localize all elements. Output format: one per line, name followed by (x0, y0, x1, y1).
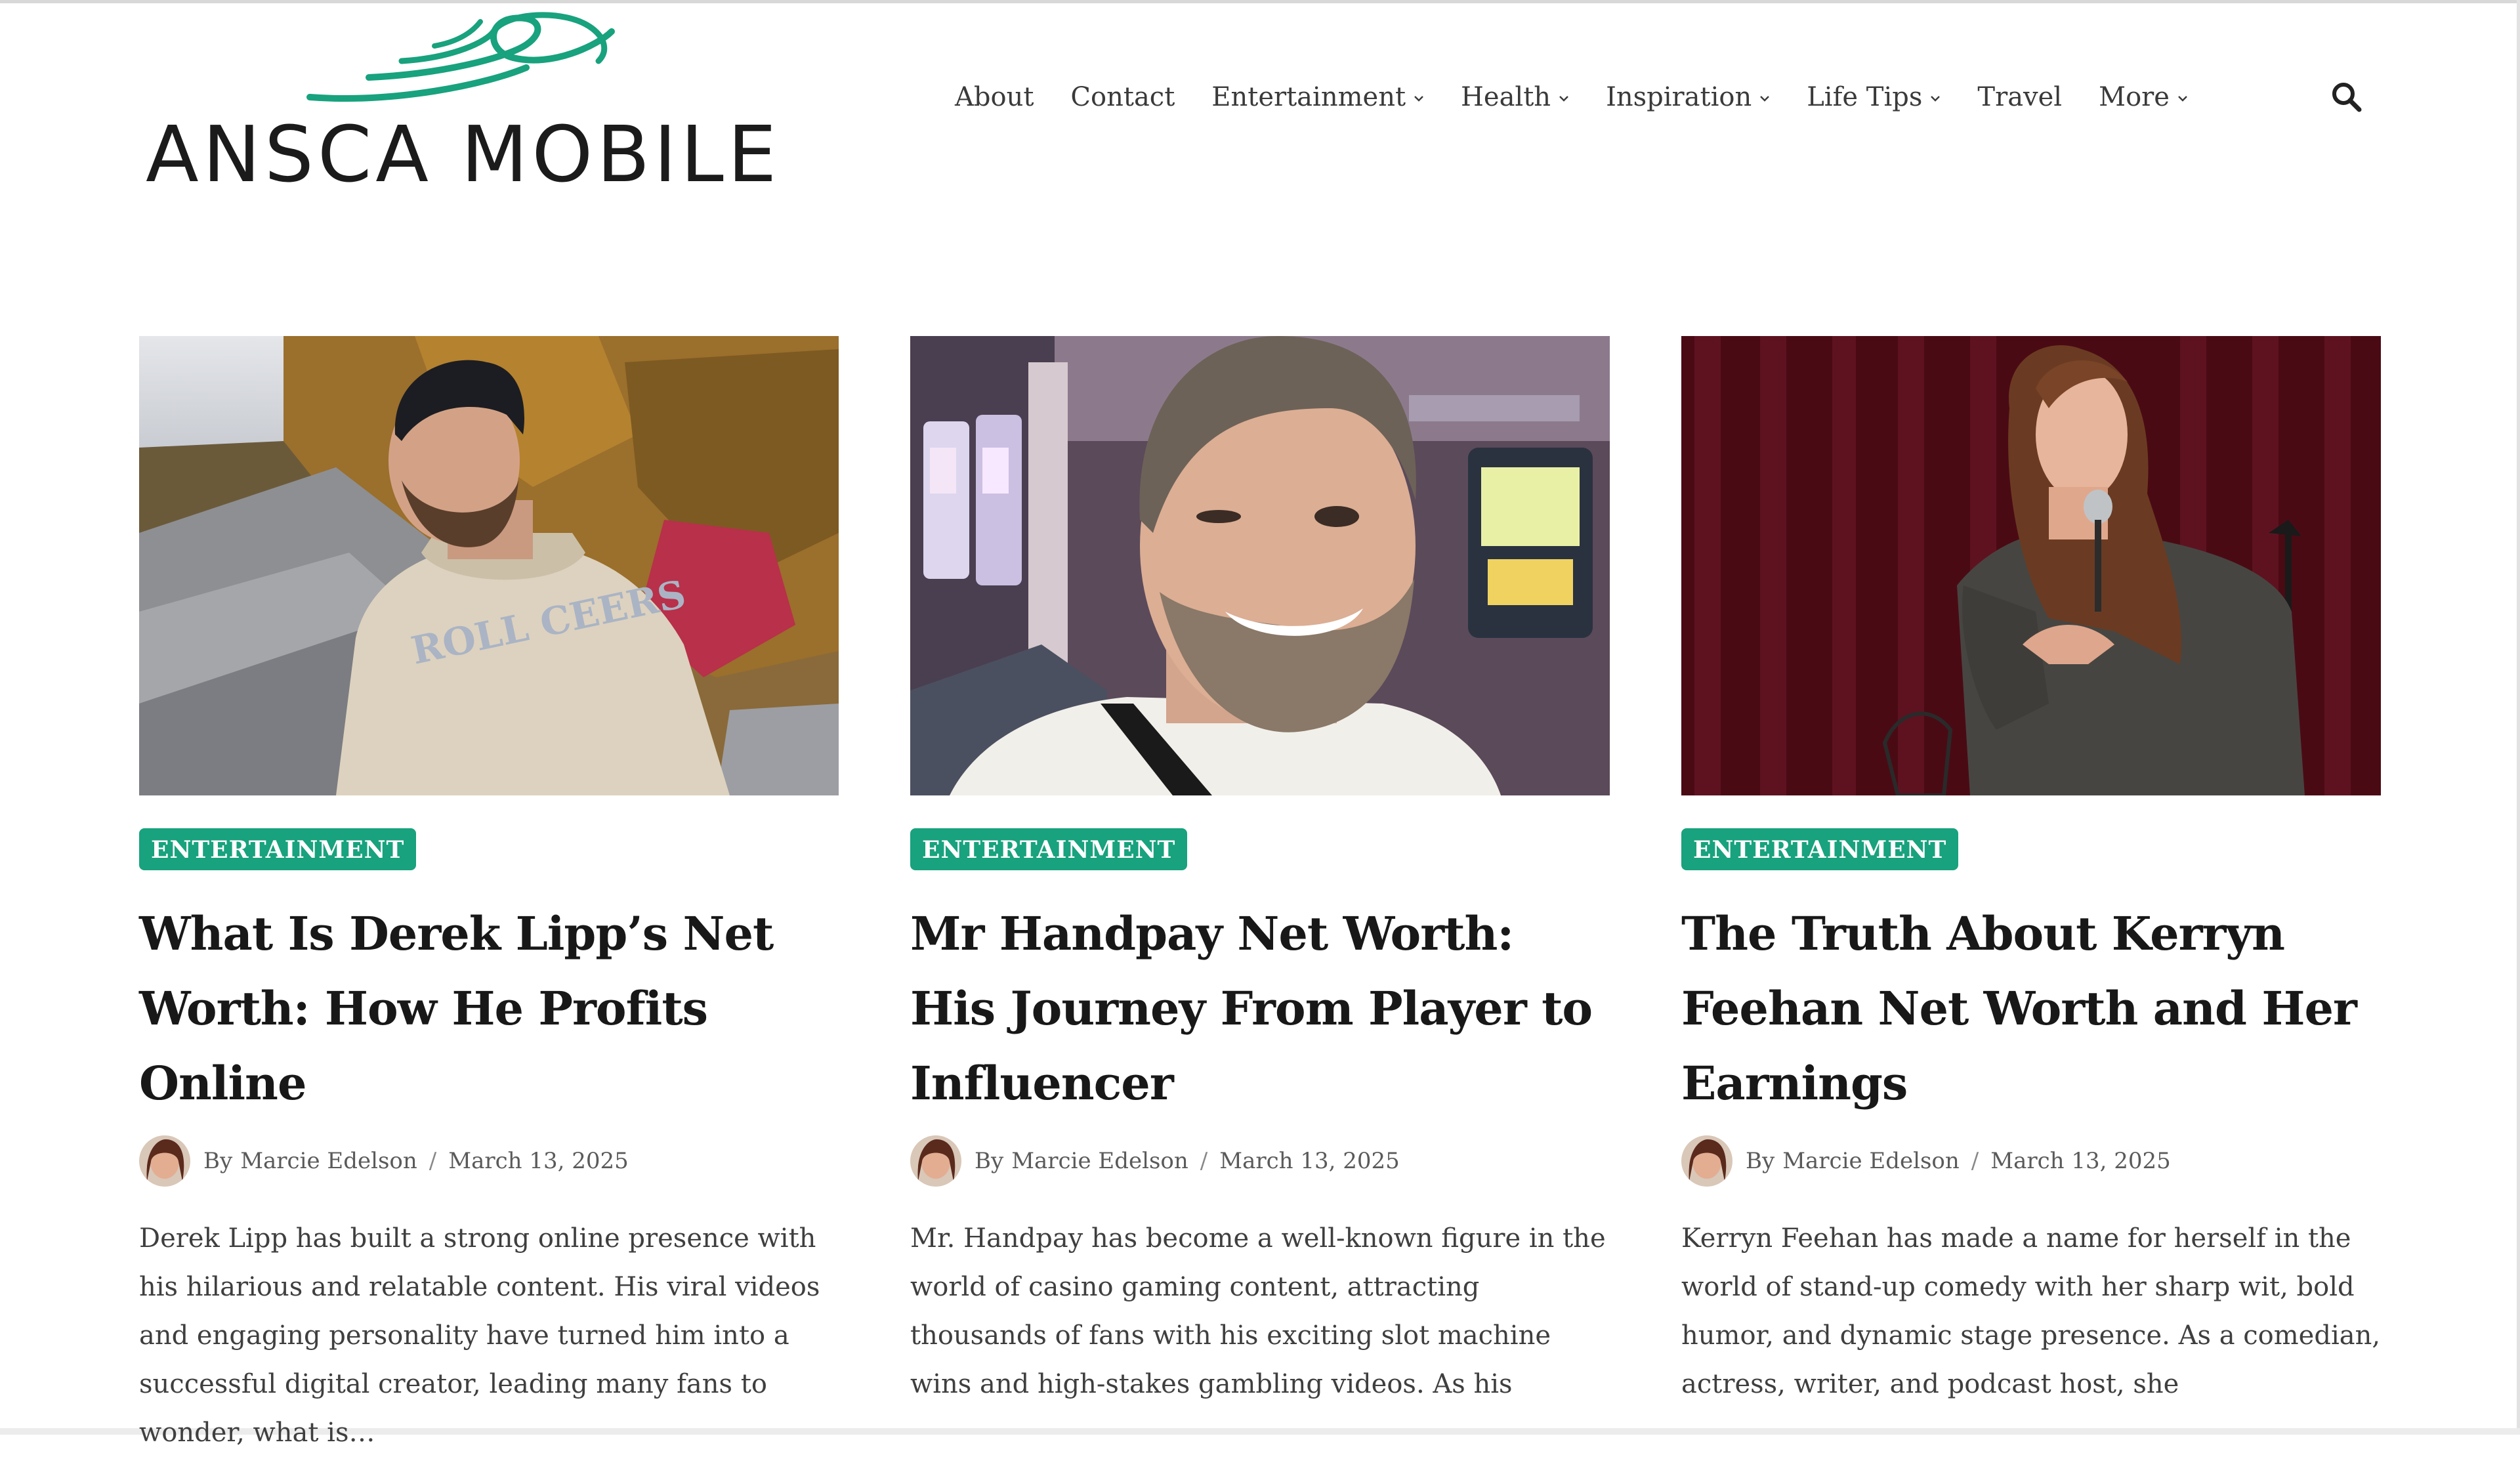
byline-prefix: By (1746, 1148, 1775, 1174)
post-title[interactable]: Mr Handpay Net Worth: His Journey From P… (910, 897, 1610, 1121)
post-thumbnail[interactable] (910, 336, 1610, 795)
category-badge[interactable]: ENTERTAINMENT (1681, 828, 1959, 870)
nav-item-life-tips[interactable]: Life Tips (1807, 82, 1941, 112)
nav-item-label: Health (1461, 82, 1551, 112)
nav-item-label: About (955, 82, 1034, 112)
post-date: March 13, 2025 (1990, 1148, 2171, 1174)
nav-item-label: Contact (1070, 82, 1175, 112)
post-date: March 13, 2025 (448, 1148, 629, 1174)
post-image (1681, 336, 2381, 795)
post-excerpt: Derek Lipp has built a strong online pre… (139, 1223, 820, 1448)
post-title[interactable]: The Truth About Kerryn Feehan Net Worth … (1681, 897, 2381, 1121)
nav-item-label: Entertainment (1211, 82, 1406, 112)
nav-item-contact[interactable]: Contact (1070, 82, 1175, 112)
logo-text: ANSCA MOBILE (146, 109, 781, 200)
post-meta: By Marcie Edelson / March 13, 2025 (139, 1135, 839, 1187)
byline-prefix: By (203, 1148, 233, 1174)
chevron-down-icon (1414, 96, 1423, 102)
chevron-down-icon (1760, 96, 1770, 102)
chevron-down-icon (1559, 96, 1568, 102)
author-link[interactable]: Marcie Edelson (1011, 1148, 1188, 1174)
nav-item-about[interactable]: About (955, 82, 1034, 112)
nav-item-label: Inspiration (1606, 82, 1752, 112)
post-image (910, 336, 1610, 795)
author-avatar-image (1681, 1135, 1732, 1187)
author-link[interactable]: Marcie Edelson (1782, 1148, 1960, 1174)
category-badge[interactable]: ENTERTAINMENT (910, 828, 1188, 870)
author-avatar-image (910, 1135, 961, 1187)
chevron-down-icon (1931, 96, 1941, 102)
main-nav: About Contact Entertainment Health Inspi… (955, 77, 2225, 117)
avatar[interactable] (139, 1135, 190, 1187)
post-card: ROLL CEERS ENTERTAINMENT What Is Derek L… (139, 336, 839, 1457)
byline-prefix: By (975, 1148, 1004, 1174)
author-avatar-image (139, 1135, 190, 1187)
nav-item-health[interactable]: Health (1461, 82, 1569, 112)
avatar[interactable] (1681, 1135, 1732, 1187)
post-date: March 13, 2025 (1219, 1148, 1400, 1174)
post-thumbnail[interactable]: ROLL CEERS (139, 336, 839, 795)
avatar[interactable] (910, 1135, 961, 1187)
nav-item-inspiration[interactable]: Inspiration (1606, 82, 1770, 112)
meta-separator: / (1971, 1148, 1979, 1174)
nav-item-label: Travel (1977, 82, 2063, 112)
post-meta: By Marcie Edelson / March 13, 2025 (910, 1135, 1610, 1187)
post-meta: By Marcie Edelson / March 13, 2025 (1681, 1135, 2381, 1187)
nav-item-label: More (2099, 82, 2170, 112)
post-title[interactable]: What Is Derek Lipp’s Net Worth: How He P… (139, 897, 839, 1121)
post-image: ROLL CEERS (139, 336, 839, 795)
nav-item-more[interactable]: More (2099, 82, 2188, 112)
post-card: ENTERTAINMENT Mr Handpay Net Worth: His … (910, 336, 1610, 1408)
post-card: ENTERTAINMENT The Truth About Kerryn Fee… (1681, 336, 2381, 1408)
author-link[interactable]: Marcie Edelson (240, 1148, 417, 1174)
window-top-border (0, 0, 2520, 3)
post-excerpt: Mr. Handpay has become a well-known figu… (910, 1223, 1606, 1399)
post-excerpt: Kerryn Feehan has made a name for hersel… (1681, 1223, 2381, 1399)
nav-item-travel[interactable]: Travel (1977, 82, 2062, 112)
meta-separator: / (429, 1148, 437, 1174)
search-icon[interactable] (2330, 80, 2364, 114)
category-badge[interactable]: ENTERTAINMENT (139, 828, 417, 870)
wave-logo-icon (306, 12, 615, 102)
site-logo[interactable]: ANSCA MOBILE (139, 5, 776, 202)
nav-item-label: Life Tips (1807, 82, 1923, 112)
window-right-border (2517, 0, 2520, 1435)
chevron-down-icon (2178, 96, 2187, 102)
nav-item-entertainment[interactable]: Entertainment (1211, 82, 1424, 112)
meta-separator: / (1200, 1148, 1208, 1174)
post-thumbnail[interactable] (1681, 336, 2381, 795)
